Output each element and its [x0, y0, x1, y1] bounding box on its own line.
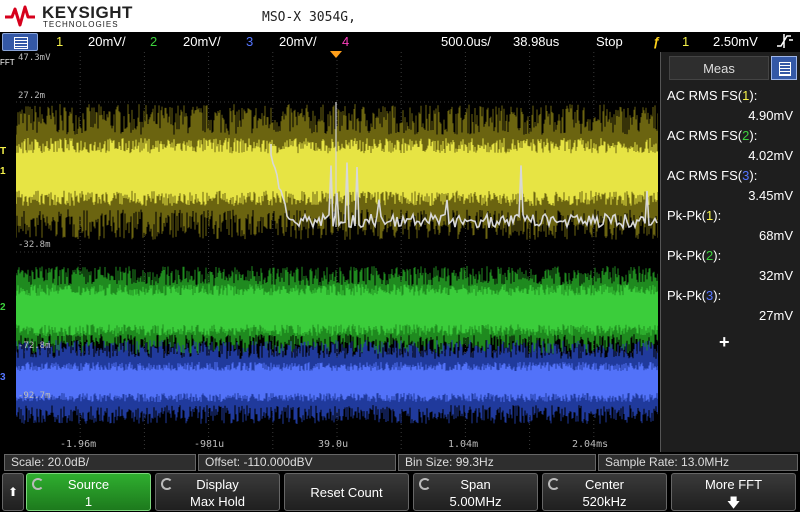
measurement-value: 4.90mV [748, 108, 793, 123]
center-value: 520kHz [582, 494, 627, 509]
run-state[interactable]: Stop [596, 34, 623, 49]
slope-icon[interactable] [775, 32, 797, 53]
measurement-name: AC RMS FS(3): [667, 168, 758, 183]
trigger-edge-icon[interactable]: ƒ [653, 34, 660, 49]
x-label-2: -981u [194, 439, 225, 450]
waveform-graticule[interactable] [16, 52, 658, 452]
ch1-ground-marker[interactable]: 1 [0, 166, 16, 182]
ch2-ground-marker[interactable]: 2 [0, 302, 16, 318]
display-softkey[interactable]: Display Max Hold [155, 473, 280, 511]
measurement-value: 27mV [759, 308, 793, 323]
measurement-item[interactable]: AC RMS FS(3): 3.45mV [661, 168, 799, 208]
measurement-item[interactable]: Pk-Pk(2): 32mV [661, 248, 799, 288]
ch1-number[interactable]: 1 [56, 34, 63, 49]
measurement-item[interactable]: Pk-Pk(3): 27mV [661, 288, 799, 328]
span-label: Span [460, 477, 491, 492]
main-menu-button[interactable] [2, 33, 38, 51]
center-softkey[interactable]: Center 520kHz [542, 473, 667, 511]
source-softkey[interactable]: Source 1 [26, 473, 151, 511]
x-label-1: -1.96m [60, 439, 97, 450]
more-fft-softkey[interactable]: More FFT 🡇 [671, 473, 796, 511]
ch3-scale[interactable]: 20mV/ [279, 34, 317, 49]
fft-label: FFT [0, 58, 15, 67]
bin-size-info: Bin Size: 99.3Hz [398, 454, 596, 471]
sample-rate-info: Sample Rate: 13.0MHz [598, 454, 798, 471]
back-up-button[interactable]: ⬆ [2, 473, 24, 511]
panel-menu-icon[interactable] [771, 56, 797, 80]
softkey-bar: ⬆ Source 1 Display Max Hold Reset Count … [0, 472, 800, 512]
header-bar: KEYSIGHT TECHNOLOGIES MSO-X 3054G, [0, 0, 800, 32]
display-label: Display [196, 477, 239, 492]
measurement-value: 4.02mV [748, 148, 793, 163]
span-value: 5.00MHz [449, 494, 502, 509]
ch2-number[interactable]: 2 [150, 34, 157, 49]
y-label-3: -32.8m [18, 240, 51, 250]
keysight-logo: KEYSIGHT TECHNOLOGIES [4, 2, 134, 30]
measurement-value: 32mV [759, 268, 793, 283]
measurement-name: Pk-Pk(2): [667, 248, 722, 263]
reset-count-softkey[interactable]: Reset Count [284, 473, 409, 511]
ch3-ground-marker[interactable]: 3 [0, 372, 16, 388]
measurement-name: AC RMS FS(2): [667, 128, 758, 143]
trigger-level-marker[interactable]: T [0, 146, 16, 162]
fft-scale-info: Scale: 20.0dB/ [4, 454, 196, 471]
x-label-5: 2.04ms [572, 439, 609, 450]
measurement-item[interactable]: AC RMS FS(1): 4.90mV [661, 88, 799, 128]
trigger-position-marker[interactable] [330, 51, 342, 58]
measurement-panel: Meas AC RMS FS(1): 4.90mV AC RMS FS(2): 4.0… [660, 52, 800, 452]
info-bar: Scale: 20.0dB/ Offset: -110.000dBV Bin S… [0, 452, 800, 472]
measurement-name: AC RMS FS(1): [667, 88, 758, 103]
measurement-item[interactable]: AC RMS FS(2): 4.02mV [661, 128, 799, 168]
y-label-2: 27.2m [18, 91, 46, 101]
measurement-name: Pk-Pk(3): [667, 288, 722, 303]
time-delay[interactable]: 38.98us [513, 34, 559, 49]
waveform-plot [16, 52, 658, 452]
trigger-level[interactable]: 2.50mV [713, 34, 758, 49]
keysight-wave-icon [5, 5, 35, 27]
display-value: Max Hold [190, 494, 245, 509]
x-label-3: 39.0u [318, 439, 349, 450]
reset-count-label: Reset Count [310, 485, 383, 500]
y-label-4: -72.8m [18, 341, 51, 351]
status-bar: 1 20mV/ 2 20mV/ 3 20mV/ 4 500.0us/ 38.98… [0, 32, 800, 52]
panel-title[interactable]: Meas [669, 56, 769, 80]
span-softkey[interactable]: Span 5.00MHz [413, 473, 538, 511]
measurement-value: 3.45mV [748, 188, 793, 203]
fft-offset-info: Offset: -110.000dBV [198, 454, 396, 471]
trigger-source[interactable]: 1 [682, 34, 689, 49]
measurement-value: 68mV [759, 228, 793, 243]
measurement-item[interactable]: Pk-Pk(1): 68mV [661, 208, 799, 248]
source-value: 1 [84, 494, 93, 509]
ch2-scale[interactable]: 20mV/ [183, 34, 221, 49]
more-fft-label: More FFT [704, 477, 763, 492]
x-label-4: 1.04m [448, 439, 479, 450]
ch1-scale[interactable]: 20mV/ [88, 34, 126, 49]
measurement-name: Pk-Pk(1): [667, 208, 722, 223]
brand-subtitle: TECHNOLOGIES [43, 20, 119, 29]
y-label-top: 47.3mV [18, 53, 51, 63]
ch3-number[interactable]: 3 [246, 34, 253, 49]
source-label: Source [67, 477, 110, 492]
timebase-scale[interactable]: 500.0us/ [441, 34, 491, 49]
y-label-5: -92.7m [18, 391, 51, 401]
model-name: MSO-X 3054G, [262, 10, 356, 25]
ch4-number[interactable]: 4 [342, 34, 349, 49]
add-measurement-button[interactable]: + [719, 332, 730, 353]
down-arrow-icon: 🡇 [726, 495, 741, 510]
center-label: Center [584, 477, 625, 492]
